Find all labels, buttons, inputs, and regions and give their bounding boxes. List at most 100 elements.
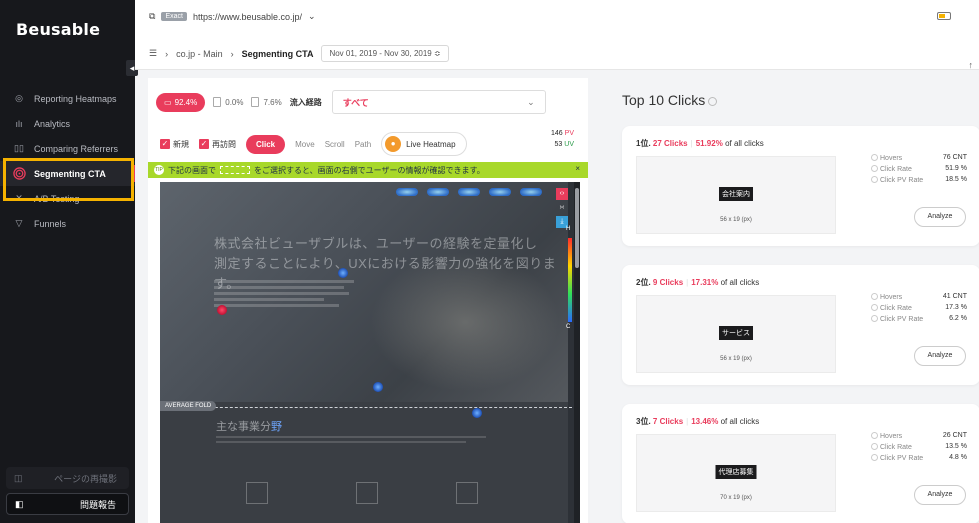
check-icon: ✓ [160, 139, 170, 149]
top-clicks-title: Top 10 Clicks [622, 92, 718, 108]
element-size: 70 x 19 (px) [720, 495, 752, 501]
card-pct: 13.46% [691, 417, 719, 426]
banner-text-after: をご選択すると、画面の右側でユーザーの情報が確認できます。 [254, 165, 485, 175]
breadcrumb-item[interactable]: co.jp - Main [176, 49, 223, 59]
source-label: 流入経路 [289, 97, 322, 107]
collapse-icon[interactable]: ›‹ [556, 202, 568, 214]
info-icon[interactable] [708, 96, 718, 106]
help-icon [871, 154, 878, 161]
menu-icon[interactable]: ☰ [149, 48, 157, 59]
tip-icon: TIP [154, 165, 164, 175]
help-icon [871, 304, 878, 311]
segment-tablet[interactable]: 0.0% [213, 97, 243, 107]
tab-move[interactable]: Move [295, 140, 315, 149]
element-tag: 代理店募集 [715, 465, 757, 479]
highlight-annotation [3, 158, 134, 201]
segment-mobile[interactable]: 7.6% [251, 97, 282, 107]
stat-label: Click Rate [880, 166, 912, 173]
analyze-button[interactable]: Analyze [914, 346, 966, 366]
hero-line: 株式会社ビューザブルは、ユーザーの経験を定量化し [214, 236, 538, 251]
help-icon [871, 432, 878, 439]
segment-desktop[interactable]: ▭ 92.4% [156, 92, 206, 112]
hotspot [396, 188, 418, 196]
analyze-button[interactable]: Analyze [914, 485, 966, 505]
card-suffix: of all clicks [725, 139, 764, 148]
help-icon [871, 454, 878, 461]
analyze-button[interactable]: Analyze [914, 207, 966, 227]
help-icon [871, 443, 878, 450]
sidebar: Beusable ◂ ◎ Reporting Heatmaps ılı Anal… [0, 0, 138, 523]
section-title: 主な事業分野 [216, 418, 282, 434]
chevron-right-icon: › [230, 48, 234, 59]
stat-label: Click PV Rate [880, 455, 924, 462]
click-card: 3位. 7 Clicks | 13.46% of all clicks 代理店募集 … [622, 404, 979, 523]
card-stats: Hovers 41 CNT Click Rate 17.3 % Click PV R… [871, 293, 967, 326]
stat-value: 41 CNT [942, 293, 967, 300]
nav-hotspots [396, 188, 542, 196]
card-header: 1位. 27 Clicks | 51.92% of all clicks [636, 139, 764, 148]
panel-title: Top 10 Clicks [622, 92, 706, 108]
date-range-picker[interactable]: Nov 01, 2019 - Nov 30, 2019 ≎ [321, 45, 449, 62]
segment-value: 92.4% [174, 97, 198, 107]
sidebar-item-label: Funnels [34, 218, 67, 229]
new-visitor-checkbox[interactable]: ✓ 新規 [160, 139, 189, 150]
click-hotspot [338, 268, 348, 278]
stat-label: Click Rate [880, 444, 912, 451]
desktop-icon: ▭ [164, 97, 172, 107]
arrow-up-icon[interactable]: ↑ [969, 60, 974, 70]
section-paragraph [216, 436, 486, 446]
url-row: ⧉ Exact https://www.beusable.co.jp/ ⌄ [149, 11, 316, 22]
card-clicks: 9 Clicks [652, 278, 684, 287]
external-link-icon[interactable]: ⧉ [149, 11, 155, 22]
tab-click[interactable]: Click [246, 134, 286, 154]
click-card: 1位. 27 Clicks | 51.92% of all clicks 会社案内 … [622, 126, 979, 246]
element-preview: 代理店募集 70 x 19 (px) [636, 434, 836, 512]
page-url[interactable]: https://www.beusable.co.jp/ [193, 12, 302, 22]
chart-icon [456, 482, 478, 504]
section-title-accent: 野 [271, 421, 282, 433]
stat-value: 26 CNT [942, 432, 967, 439]
element-preview: サービス 56 x 19 (px) [636, 295, 836, 373]
heat-legend [568, 238, 572, 322]
hero-paragraph [214, 280, 354, 310]
close-icon[interactable]: × [575, 164, 580, 173]
stat-label: Click PV Rate [880, 177, 924, 184]
code-icon[interactable]: ‹› [556, 188, 568, 200]
tablet-icon [213, 97, 222, 107]
live-heatmap-label: Live Heatmap [406, 139, 456, 149]
sidebar-item-label: Reporting Heatmaps [34, 93, 117, 104]
click-hotspot [472, 408, 482, 418]
tab-path[interactable]: Path [355, 140, 371, 149]
element-size: 56 x 19 (px) [720, 217, 752, 223]
pv-uv-counter: 146 PV 53 UV [551, 128, 574, 150]
sidebar-item-funnels[interactable]: ▽ Funnels [0, 211, 135, 236]
live-heatmap-button[interactable]: ● Live Heatmap [381, 132, 467, 156]
returning-visitor-checkbox[interactable]: ✓ 再訪問 [199, 139, 236, 150]
card-rank: 3位. [636, 417, 651, 426]
service-icon [246, 482, 268, 504]
stat-value: 17.3 % [945, 304, 967, 311]
help-icon [871, 176, 878, 183]
element-tag: 会社案内 [719, 187, 753, 201]
source-dropdown[interactable]: すべて ⌄ [331, 90, 546, 114]
element-preview: 会社案内 56 x 19 (px) [636, 156, 836, 234]
tab-scroll[interactable]: Scroll [325, 140, 345, 149]
heatmap-panel: ▭ 92.4% 0.0% 7.6% 流入経路 すべて ⌄ ✓ 新規 ✓ 再訪問 … [148, 78, 588, 523]
report-issue-button[interactable]: ◧ 問題報告 [6, 493, 129, 515]
stat-label: Hovers [880, 294, 903, 301]
tip-banner: TIP 下記の画面で をご選択すると、画面の右側でユーザーの情報が確認できます。… [148, 162, 588, 178]
card-rank: 1位. [636, 139, 651, 148]
stat-label: Hovers [880, 433, 903, 440]
mobile-icon [251, 97, 260, 107]
sidebar-item-analytics[interactable]: ılı Analytics [0, 111, 135, 136]
sidebar-item-reporting-heatmaps[interactable]: ◎ Reporting Heatmaps [0, 86, 135, 111]
stat-value: 51.9 % [945, 165, 967, 172]
recapture-page-button[interactable]: ◫ ページの再撮影 [6, 467, 129, 489]
average-fold-line [160, 407, 572, 408]
heatmap-canvas[interactable]: 株式会社ビューザブルは、ユーザーの経験を定量化し 測定することにより、UXにおけ… [160, 182, 580, 523]
mode-row: ✓ 新規 ✓ 再訪問 Click Move Scroll Path ● Live… [160, 132, 467, 156]
stat-value: 4.8 % [949, 454, 967, 461]
source-value: すべて [342, 97, 369, 108]
chevron-down-icon[interactable]: ⌄ [308, 11, 316, 22]
stat-label: Hovers [880, 155, 903, 162]
